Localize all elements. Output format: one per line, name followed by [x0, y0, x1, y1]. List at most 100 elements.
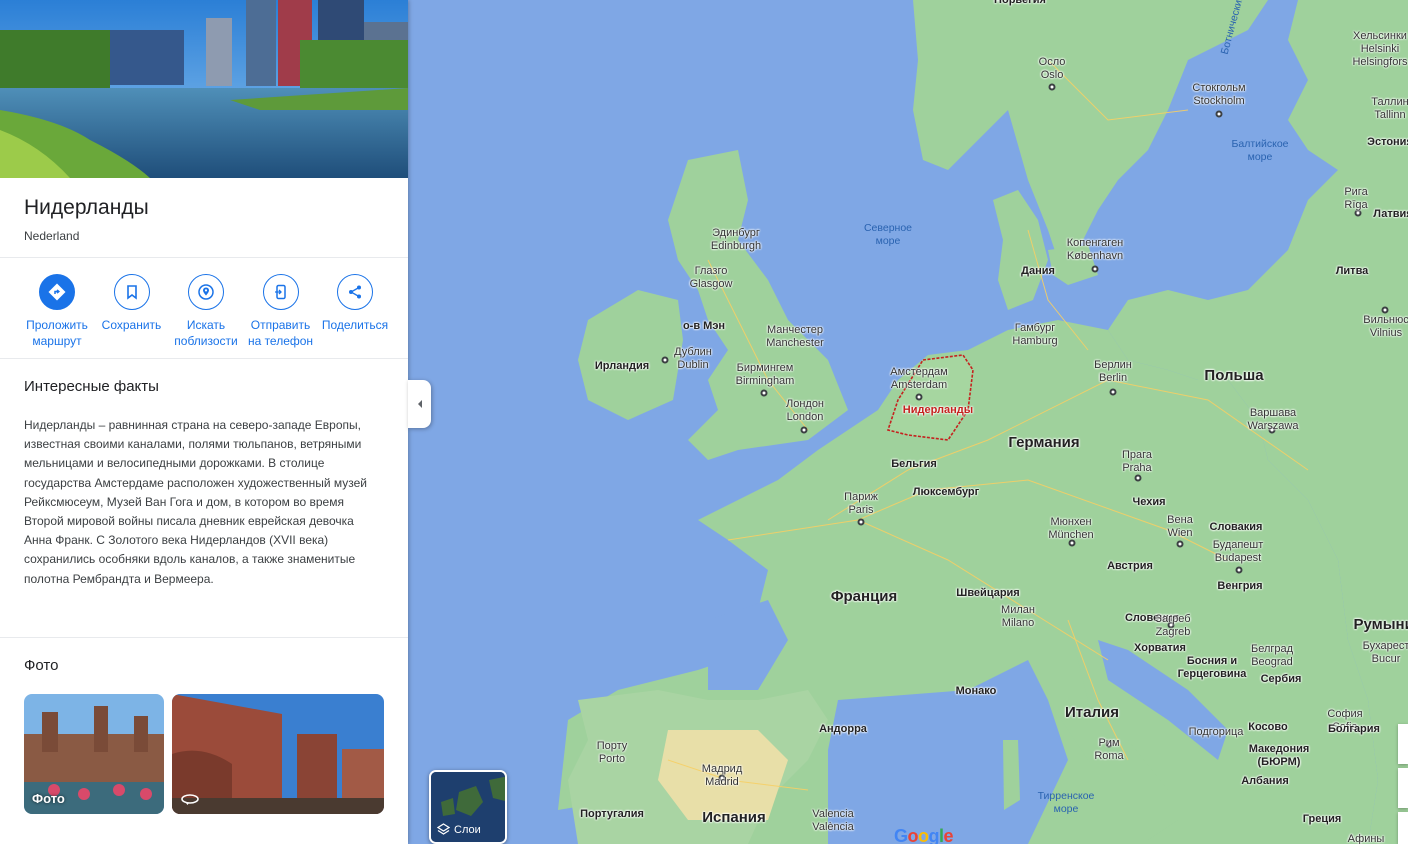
map-label[interactable]: Ирландия — [595, 360, 649, 373]
facts-text: Нидерланды – равнинная страна на северо-… — [24, 418, 367, 586]
map-label[interactable]: Гамбург Hamburg — [1012, 322, 1057, 348]
map-label[interactable]: Германия — [1008, 435, 1079, 450]
my-location-button[interactable] — [1398, 812, 1408, 844]
photos-title: Фото — [24, 657, 59, 674]
map-label[interactable]: Загреб Zagreb — [1155, 613, 1190, 639]
map-label[interactable]: Милан Milano — [1001, 604, 1035, 630]
map-label[interactable]: Андорра — [819, 723, 867, 736]
map-label[interactable]: Хельсинки Helsinki Helsingfors — [1352, 30, 1407, 69]
collapse-panel-button[interactable] — [408, 380, 431, 428]
map-label[interactable]: Испания — [702, 810, 766, 825]
map-label[interactable]: Македония (БЮРМ) — [1249, 743, 1310, 769]
map-label[interactable]: Румыния — [1353, 617, 1408, 632]
send-to-phone-button[interactable]: Отправить на телефон — [244, 274, 318, 349]
map-label[interactable]: Бирмингем Birmingham — [736, 362, 795, 388]
map-label[interactable]: Вильнюс Vilnius — [1363, 314, 1408, 340]
map-label[interactable]: Эдинбург Edinburgh — [711, 227, 761, 253]
directions-label: Проложить маршрут — [26, 318, 88, 348]
map-label[interactable]: Албания — [1241, 775, 1289, 788]
map-label[interactable]: Вена Wien — [1167, 514, 1193, 540]
map-label[interactable]: Стокгольм Stockholm — [1192, 82, 1245, 108]
map-label[interactable]: Рига Rīga — [1344, 186, 1367, 212]
map-label: Северное море — [863, 222, 913, 247]
map-label[interactable]: Бухарест Bucur — [1363, 640, 1408, 666]
map-label[interactable]: Монако — [956, 685, 997, 698]
map-label[interactable]: Люксембург — [913, 486, 979, 499]
map-label[interactable]: Париж Paris — [844, 491, 878, 517]
map-label[interactable]: Франция — [831, 589, 898, 604]
map-label[interactable]: Болгария — [1328, 723, 1380, 736]
map-label[interactable]: Хорватия — [1134, 642, 1186, 655]
map-label[interactable]: Норвегия — [994, 0, 1046, 7]
zoom-in-button[interactable] — [1398, 724, 1408, 764]
map-label: Балтийское море — [1231, 138, 1289, 163]
map-label[interactable]: Таллин Tallinn — [1371, 96, 1408, 122]
map-label[interactable]: Прага Praha — [1122, 449, 1152, 475]
share-icon — [337, 274, 373, 310]
hero-photo[interactable] — [0, 0, 408, 178]
photo-360-thumbnail[interactable] — [172, 694, 384, 814]
map-label: Тирренское море — [1037, 790, 1095, 815]
map-label[interactable]: Латвия — [1373, 208, 1408, 221]
map-label[interactable]: Подгорица — [1189, 726, 1244, 739]
360-view-icon — [180, 792, 200, 806]
map-label[interactable]: Порту Porto — [597, 740, 628, 766]
map-label[interactable]: Дания — [1021, 265, 1055, 278]
layers-icon — [437, 823, 450, 835]
map-label[interactable]: Рим Roma — [1094, 737, 1123, 763]
directions-icon — [39, 274, 75, 310]
map-label[interactable]: Чехия — [1133, 496, 1166, 509]
map-canvas[interactable]: Норвегия Осло Oslo Стокгольм Stockholm Хель… — [408, 0, 1408, 844]
map-label[interactable]: Польша — [1204, 368, 1263, 383]
map-label[interactable]: Косово — [1248, 721, 1287, 734]
map-label[interactable]: Берлин Berlin — [1094, 359, 1132, 385]
map-label[interactable]: Швейцария — [956, 587, 1019, 600]
map-label[interactable]: Босния и Герцеговина — [1178, 655, 1247, 681]
map-label[interactable]: Осло Oslo — [1039, 56, 1066, 82]
map-label[interactable]: о-в Мэн — [683, 320, 725, 333]
map-label[interactable]: Мадрид Madrid — [702, 763, 743, 789]
map-label[interactable]: Португалия — [580, 808, 644, 821]
place-title: Нидерланды — [24, 196, 149, 219]
divider — [0, 637, 408, 638]
share-button[interactable]: Поделиться — [318, 274, 392, 349]
nearby-label: Искать поблизости — [174, 318, 238, 348]
place-panel: Нидерланды Nederland Проложить маршрут С… — [0, 0, 408, 844]
map-label[interactable]: Венгрия — [1217, 580, 1262, 593]
photo-thumbnail[interactable]: Фото — [24, 694, 164, 814]
map-label[interactable]: Австрия — [1107, 560, 1153, 573]
directions-button[interactable]: Проложить маршрут — [20, 274, 94, 349]
map-label[interactable]: Нидерланды — [903, 404, 973, 417]
layers-button[interactable]: Слои — [429, 770, 507, 844]
map-label[interactable]: Копенгаген København — [1067, 237, 1124, 263]
map-label[interactable]: Манчестер Manchester — [766, 324, 823, 350]
map-label[interactable]: Италия — [1065, 705, 1119, 720]
nearby-icon — [188, 274, 224, 310]
map-label[interactable]: Афины — [1348, 833, 1385, 844]
zoom-out-button[interactable] — [1398, 768, 1408, 808]
map-label[interactable]: Греция — [1303, 813, 1342, 826]
save-button[interactable]: Сохранить — [95, 274, 169, 349]
map-label[interactable]: Словакия — [1210, 521, 1263, 534]
chevron-left-icon — [417, 400, 422, 408]
divider — [0, 257, 408, 258]
photo-label: Фото — [32, 791, 65, 806]
map-label[interactable]: Valencia València — [812, 808, 853, 834]
map-label[interactable]: Белград Beograd — [1251, 643, 1293, 669]
bookmark-icon — [113, 274, 150, 310]
map-label[interactable]: Мюнхен München — [1048, 516, 1093, 542]
map-label[interactable]: Бельгия — [891, 458, 937, 471]
map-label[interactable]: Варшава Warszawa — [1248, 407, 1299, 433]
map-label[interactable]: Эстония — [1367, 136, 1408, 149]
send-to-phone-label: Отправить на телефон — [247, 318, 314, 348]
map-label[interactable]: Амстердам Amsterdam — [890, 366, 947, 392]
map-label[interactable]: Сербия — [1261, 673, 1302, 686]
map-label[interactable]: Литва — [1336, 265, 1369, 278]
nearby-button[interactable]: Искать поблизости — [169, 274, 243, 349]
place-subtitle: Nederland — [24, 229, 80, 243]
divider — [0, 358, 408, 359]
map-label[interactable]: Глазго Glasgow — [690, 265, 733, 291]
map-label[interactable]: Дублин Dublin — [674, 346, 712, 372]
map-label[interactable]: Лондон London — [786, 398, 824, 424]
map-label[interactable]: Будапешт Budapest — [1213, 539, 1264, 565]
